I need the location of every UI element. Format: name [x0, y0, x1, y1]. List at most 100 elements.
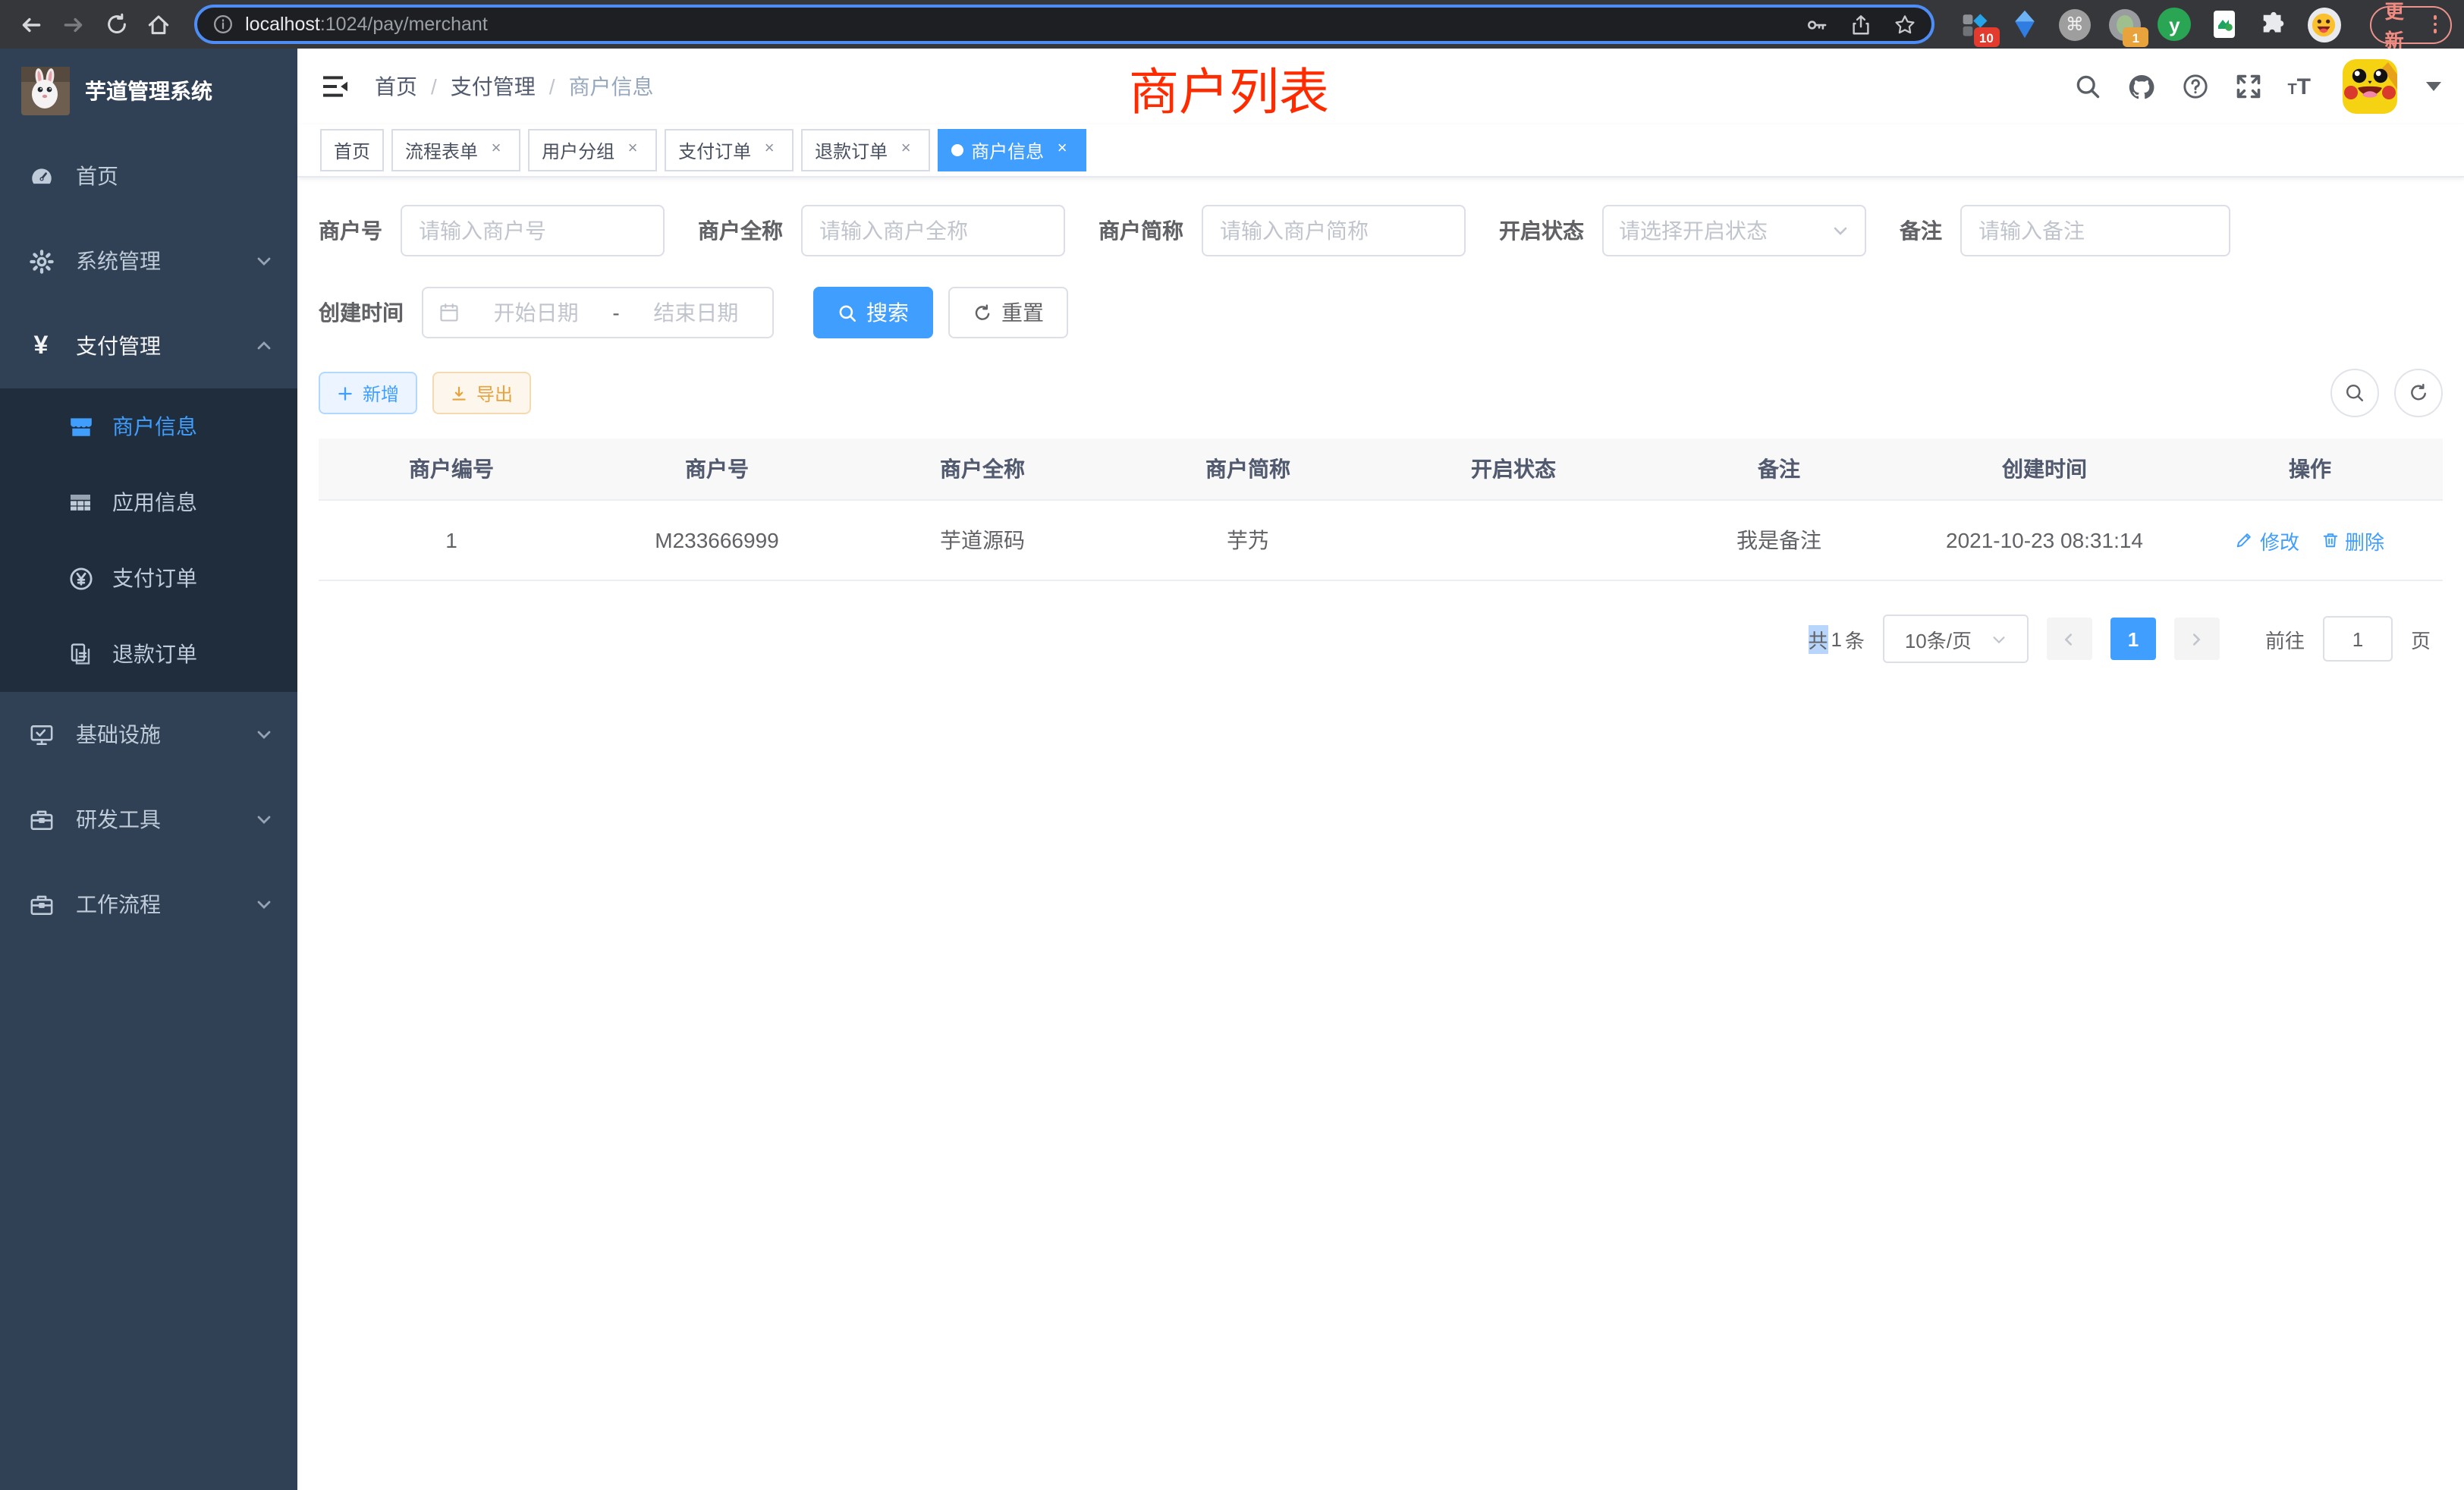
goto-page-input[interactable] [2323, 616, 2393, 662]
column-header: 操作 [2177, 454, 2443, 484]
refresh-icon [2408, 382, 2429, 404]
reload-icon [104, 12, 128, 36]
extension-tabs-icon[interactable]: 10 [1959, 8, 1992, 41]
close-icon[interactable]: × [1051, 140, 1073, 161]
address-bar[interactable]: localhost:1024/pay/merchant [193, 5, 1934, 44]
tab-pay-order[interactable]: 支付订单× [665, 129, 794, 171]
remark-input[interactable] [1960, 205, 2230, 256]
field-label: 商户全称 [698, 215, 783, 246]
table-header-row: 商户编号 商户号 商户全称 商户简称 开启状态 备注 创建时间 操作 [319, 439, 2443, 501]
sidebar-item-infra[interactable]: 基础设施 [0, 692, 297, 777]
close-icon[interactable]: × [895, 140, 916, 161]
page-size-select[interactable]: 10条/页 [1883, 615, 2029, 663]
tab-refund-order[interactable]: 退款订单× [801, 129, 930, 171]
site-info-icon[interactable] [212, 14, 233, 35]
close-icon[interactable]: × [759, 140, 780, 161]
browser-back-button[interactable] [12, 5, 52, 44]
share-icon[interactable] [1850, 13, 1872, 36]
extension-recorder-icon[interactable]: 1 [2108, 8, 2142, 41]
browser-update-menu-button[interactable]: 更新 [2370, 5, 2452, 43]
sidebar-item-refund-order[interactable]: 退款订单 [0, 616, 297, 692]
search-button[interactable]: 搜索 [813, 287, 933, 338]
add-button[interactable]: 新增 [319, 372, 417, 414]
sidebar-item-devtools[interactable]: 研发工具 [0, 777, 297, 862]
back-arrow-icon [19, 11, 45, 37]
extension-y-icon[interactable]: y [2158, 8, 2191, 41]
next-page-button[interactable] [2174, 618, 2220, 660]
short-name-input[interactable] [1202, 205, 1466, 256]
edit-link[interactable]: 修改 [2236, 526, 2299, 555]
browser-profile-avatar[interactable] [2308, 8, 2341, 41]
sidebar-collapse-button[interactable] [320, 71, 350, 102]
reset-button[interactable]: 重置 [948, 287, 1068, 338]
cell-create-time: 2021-10-23 08:31:14 [1912, 528, 2177, 552]
download-icon [451, 385, 467, 401]
browser-forward-button[interactable] [55, 5, 94, 44]
avatar-caret-down-icon[interactable] [2426, 82, 2441, 91]
reset-button-label: 重置 [1001, 297, 1044, 328]
y-letter-icon: y [2158, 8, 2191, 41]
cell-merchant-no: M233666999 [584, 528, 850, 552]
tab-merchant-info-active[interactable]: 商户信息 × [938, 129, 1086, 171]
date-separator: - [612, 300, 619, 325]
tab-user-group[interactable]: 用户分组× [528, 129, 657, 171]
browser-home-button[interactable] [139, 5, 178, 44]
create-time-range-picker[interactable]: 开始日期 - 结束日期 [422, 287, 774, 338]
fullscreen-icon[interactable] [2234, 73, 2261, 100]
sidebar-item-home[interactable]: 首页 [0, 134, 297, 218]
sidebar-item-workflow[interactable]: 工作流程 [0, 862, 297, 947]
table-toolbar: 新增 导出 [319, 369, 2443, 417]
sidebar-item-payment[interactable]: ¥ 支付管理 [0, 303, 297, 388]
total-prefix: 共 [1808, 624, 1828, 653]
extension-kite-icon[interactable] [2008, 8, 2041, 41]
field-label: 备注 [1900, 215, 1942, 246]
sidebar-logo[interactable]: 芋道管理系统 [0, 49, 297, 134]
cell-actions: 修改 删除 [2177, 526, 2443, 555]
tab-label: 商户信息 [971, 137, 1044, 163]
merchant-table: 商户编号 商户号 商户全称 商户简称 开启状态 备注 创建时间 操作 1 M23… [319, 439, 2443, 581]
help-icon[interactable] [2181, 73, 2208, 100]
extensions-row: 10 ⌘ 1 y [1959, 5, 2452, 43]
edit-label: 修改 [2260, 526, 2299, 555]
status-select[interactable]: 请选择开启状态 [1602, 205, 1866, 256]
page-number-1[interactable]: 1 [2110, 618, 2156, 660]
extension-shortcuts-icon[interactable]: ⌘ [2058, 8, 2092, 41]
delete-link[interactable]: 删除 [2321, 526, 2384, 555]
extensions-puzzle-button[interactable] [2258, 8, 2291, 41]
chevron-down-icon [255, 810, 273, 828]
close-icon[interactable]: × [622, 140, 643, 161]
github-icon[interactable] [2126, 72, 2155, 101]
user-avatar[interactable] [2343, 59, 2397, 114]
table-row: 1 M233666999 芋道源码 芋艿 我是备注 2021-10-23 08:… [319, 501, 2443, 581]
font-size-icon[interactable]: TT [2287, 75, 2311, 98]
chevron-down-icon [255, 252, 273, 270]
sidebar-item-app-info[interactable]: 应用信息 [0, 464, 297, 540]
tab-process-form[interactable]: 流程表单× [391, 129, 520, 171]
browser-reload-button[interactable] [97, 5, 137, 44]
logo-image [21, 67, 70, 115]
breadcrumb-item-current: 商户信息 [569, 71, 654, 102]
breadcrumb-item[interactable]: 首页 [375, 71, 417, 102]
toggle-search-button[interactable] [2330, 369, 2379, 417]
extension-docs-icon[interactable] [2208, 8, 2241, 41]
sidebar-item-pay-order[interactable]: 支付订单 [0, 540, 297, 616]
search-button-label: 搜索 [866, 297, 909, 328]
password-key-icon[interactable] [1806, 13, 1828, 36]
tab-home[interactable]: 首页 [320, 129, 384, 171]
search-icon[interactable] [2073, 73, 2101, 100]
close-icon[interactable]: × [486, 140, 507, 161]
prev-page-button[interactable] [2047, 618, 2092, 660]
cell-merchant-id: 1 [319, 528, 584, 552]
sidebar-item-merchant-info[interactable]: 商户信息 [0, 388, 297, 464]
bookmark-star-icon[interactable] [1894, 13, 1916, 36]
chevron-down-icon [1990, 630, 2007, 647]
full-name-input[interactable] [801, 205, 1065, 256]
merchant-no-input[interactable] [401, 205, 665, 256]
column-header: 创建时间 [1912, 454, 2177, 484]
breadcrumb-separator: / [431, 74, 437, 99]
column-header: 商户编号 [319, 454, 584, 484]
export-button[interactable]: 导出 [432, 372, 531, 414]
refresh-table-button[interactable] [2394, 369, 2443, 417]
sidebar-item-system[interactable]: 系统管理 [0, 218, 297, 303]
breadcrumb-item[interactable]: 支付管理 [451, 71, 536, 102]
